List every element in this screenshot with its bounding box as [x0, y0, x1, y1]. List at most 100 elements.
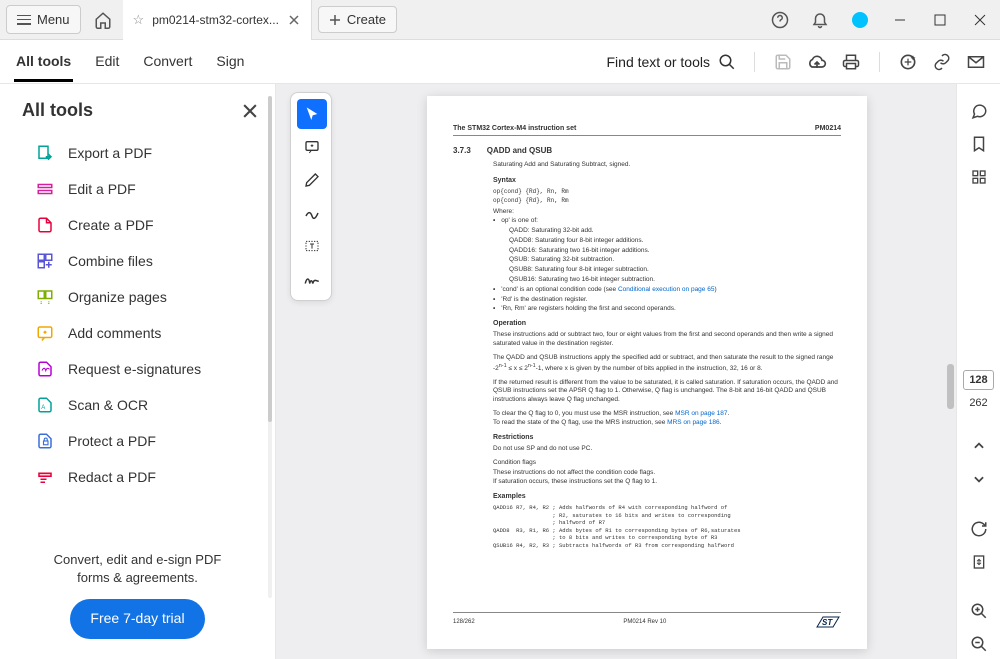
panel-title: All tools	[22, 100, 93, 121]
envelope-icon	[967, 53, 985, 71]
window-close-button[interactable]	[960, 0, 1000, 40]
tab-edit[interactable]: Edit	[93, 43, 121, 81]
page-fit-button[interactable]	[964, 547, 994, 576]
sign-tool[interactable]	[297, 264, 327, 294]
op-is: op' is one of:	[501, 217, 538, 226]
link-button[interactable]	[932, 52, 952, 72]
tool-label: Combine files	[68, 253, 153, 269]
st-logo-icon: ST	[815, 615, 841, 629]
rd-desc: 'Rd' is the destination register.	[501, 296, 587, 305]
maximize-icon	[934, 14, 946, 26]
bookmarks-button[interactable]	[964, 129, 994, 158]
ai-button[interactable]	[898, 52, 918, 72]
tab-all-tools[interactable]: All tools	[14, 43, 73, 82]
share-button[interactable]	[966, 52, 986, 72]
help-button[interactable]	[760, 0, 800, 40]
select-tool[interactable]	[297, 99, 327, 129]
tool-icon	[36, 144, 54, 162]
cond-flags: Condition flags	[493, 459, 841, 468]
page-down-button[interactable]	[964, 465, 994, 494]
avatar-icon	[852, 12, 868, 28]
tab-close-button[interactable]	[287, 13, 301, 27]
tool-item[interactable]: Export a PDF	[0, 135, 275, 171]
tool-item[interactable]: AScan & OCR	[0, 387, 275, 423]
current-page[interactable]: 128	[963, 370, 993, 390]
rotate-button[interactable]	[964, 514, 994, 543]
window-controls	[760, 0, 1000, 40]
highlight-tool[interactable]	[297, 165, 327, 195]
document-canvas[interactable]: The STM32 Cortex-M4 instruction set PM02…	[276, 84, 956, 659]
tool-item[interactable]: Organize pages	[0, 279, 275, 315]
document-tab[interactable]: ☆ pm0214-stm32-cortex...	[123, 0, 312, 40]
chevron-up-icon	[972, 439, 986, 453]
doc-rev: PM0214 Rev 10	[623, 618, 666, 626]
tool-icon	[36, 288, 54, 306]
close-icon	[243, 104, 257, 118]
operation-heading: Operation	[493, 319, 841, 328]
where-label: Where:	[493, 208, 841, 217]
tool-item[interactable]: Redact a PDF	[0, 459, 275, 495]
signature-icon	[303, 270, 321, 288]
total-pages: 262	[964, 394, 992, 412]
comments-panel-button[interactable]	[964, 96, 994, 125]
zoom-in-button[interactable]	[964, 597, 994, 626]
sparkle-icon	[898, 52, 918, 72]
save-button[interactable]	[773, 52, 793, 72]
home-button[interactable]	[87, 4, 119, 36]
star-icon[interactable]: ☆	[133, 12, 145, 28]
minimize-button[interactable]	[880, 0, 920, 40]
footer-text-2: forms & agreements.	[22, 569, 253, 587]
tab-sign[interactable]: Sign	[214, 43, 246, 81]
examples-heading: Examples	[493, 492, 841, 501]
view-tabs: All tools Edit Convert Sign	[14, 43, 246, 81]
page-icon	[971, 553, 987, 571]
tool-icon	[36, 324, 54, 342]
help-icon	[771, 11, 789, 29]
cloud-upload-icon	[807, 52, 827, 72]
tool-label: Request e-signatures	[68, 361, 201, 377]
section-number: 3.7.3	[453, 146, 471, 157]
canvas-scrollbar[interactable]	[947, 94, 954, 639]
minimize-icon	[894, 14, 906, 26]
tool-icon	[36, 216, 54, 234]
chevron-down-icon	[972, 472, 986, 486]
tool-item[interactable]: Add comments	[0, 315, 275, 351]
thumbnails-button[interactable]	[964, 162, 994, 191]
menu-button[interactable]: Menu	[6, 5, 81, 34]
tool-item[interactable]: Create a PDF	[0, 207, 275, 243]
grid-icon	[971, 169, 987, 185]
text-tool[interactable]	[297, 231, 327, 261]
save-icon	[774, 53, 792, 71]
cloud-button[interactable]	[807, 52, 827, 72]
svg-text:A: A	[41, 405, 45, 411]
maximize-button[interactable]	[920, 0, 960, 40]
tool-item[interactable]: Protect a PDF	[0, 423, 275, 459]
examples-code: QADD16 R7, R4, R2 ; Adds halfwords of R4…	[493, 504, 841, 549]
find-button[interactable]: Find text or tools	[607, 53, 737, 71]
tool-item[interactable]: Request e-signatures	[0, 351, 275, 387]
rest-p: Do not use SP and do not use PC.	[493, 445, 841, 454]
panel-close-button[interactable]	[243, 104, 257, 118]
tool-item[interactable]: Edit a PDF	[0, 171, 275, 207]
trial-button[interactable]: Free 7-day trial	[70, 599, 204, 639]
create-button[interactable]: Create	[318, 6, 397, 33]
tab-convert[interactable]: Convert	[141, 43, 194, 81]
footer-text-1: Convert, edit and e-sign PDF	[22, 551, 253, 569]
panel-scrollbar[interactable]	[268, 96, 272, 598]
zoom-out-button[interactable]	[964, 630, 994, 659]
account-button[interactable]	[840, 0, 880, 40]
comment-icon	[304, 139, 320, 155]
page-up-button[interactable]	[964, 432, 994, 461]
chat-icon	[970, 102, 988, 120]
tool-label: Export a PDF	[68, 145, 152, 161]
tool-item[interactable]: Combine files	[0, 243, 275, 279]
restrictions-heading: Restrictions	[493, 433, 841, 442]
comment-tool[interactable]	[297, 132, 327, 162]
print-button[interactable]	[841, 52, 861, 72]
bookmark-icon	[970, 135, 988, 153]
draw-tool[interactable]	[297, 198, 327, 228]
st-logo: ST	[815, 615, 841, 629]
svg-text:ST: ST	[822, 618, 833, 627]
rotate-icon	[970, 520, 988, 538]
notifications-button[interactable]	[800, 0, 840, 40]
